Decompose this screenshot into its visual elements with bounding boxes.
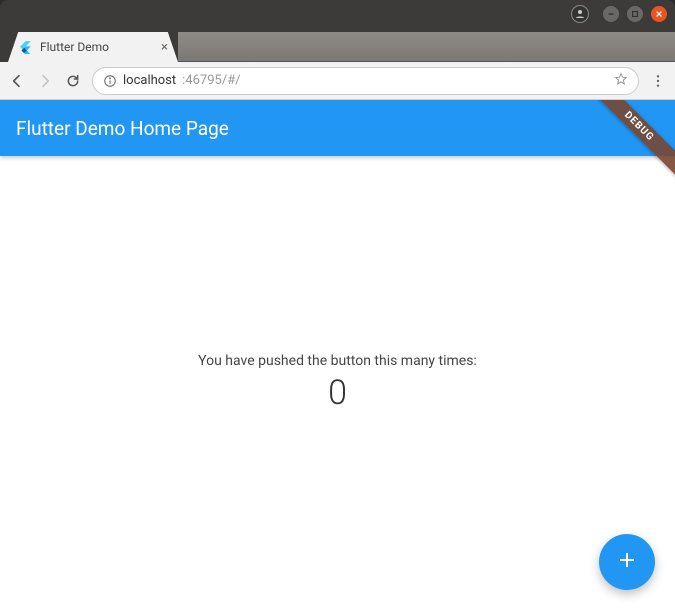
browser-window: Flutter Demo × localhost :46795/#/: [0, 0, 675, 610]
window-close-button[interactable]: [651, 6, 667, 22]
browser-menu-button[interactable]: [649, 72, 667, 90]
reload-button[interactable]: [64, 72, 82, 90]
tab-title: Flutter Demo: [40, 40, 109, 54]
counter-caption: You have pushed the button this many tim…: [198, 353, 477, 369]
browser-toolbar: localhost :46795/#/: [0, 62, 675, 100]
flutter-favicon-icon: [18, 40, 32, 54]
app-bar-title: Flutter Demo Home Page: [16, 117, 229, 140]
window-minimize-button[interactable]: [603, 6, 619, 22]
increment-fab[interactable]: [599, 534, 655, 590]
browser-tab[interactable]: Flutter Demo ×: [8, 32, 178, 62]
url-host: localhost: [123, 73, 176, 88]
account-icon[interactable]: [571, 5, 589, 23]
address-bar[interactable]: localhost :46795/#/: [92, 67, 639, 95]
forward-button: [36, 72, 54, 90]
plus-icon: [615, 548, 639, 576]
window-maximize-button[interactable]: [627, 6, 643, 22]
back-button[interactable]: [8, 72, 26, 90]
body-content: You have pushed the button this many tim…: [0, 156, 675, 610]
window-titlebar: [0, 0, 675, 28]
tab-close-button[interactable]: ×: [161, 40, 168, 55]
bookmark-star-icon[interactable]: [614, 72, 628, 90]
app-bar: Flutter Demo Home Page: [0, 100, 675, 156]
url-rest: :46795/#/: [182, 73, 240, 88]
tab-strip: Flutter Demo ×: [0, 28, 675, 62]
counter-value: 0: [328, 373, 347, 413]
new-tab-area[interactable]: [178, 32, 675, 62]
site-info-icon[interactable]: [103, 74, 117, 88]
page-viewport: Flutter Demo Home Page DEBUG You have pu…: [0, 100, 675, 610]
